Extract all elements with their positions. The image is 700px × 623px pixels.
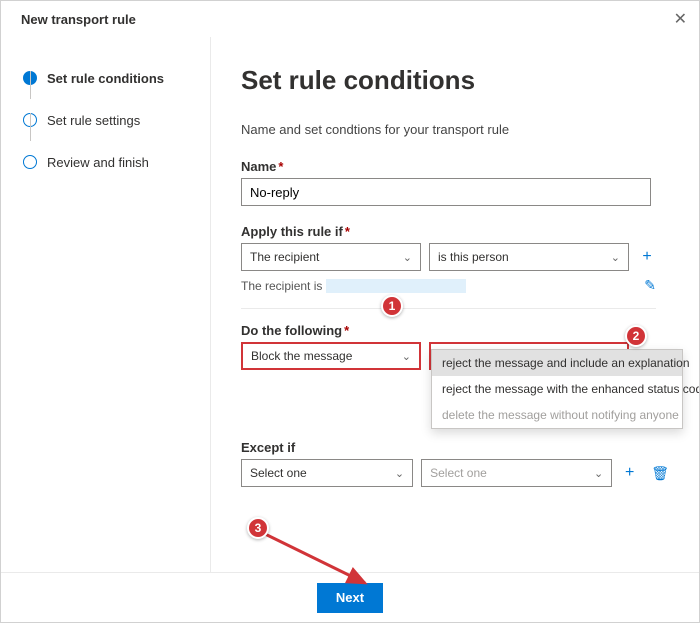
step-indicator-icon	[23, 155, 37, 169]
step-label: Set rule conditions	[47, 71, 164, 86]
chevron-down-icon: ⌄	[395, 467, 404, 480]
do-following-label: Do the following*	[241, 323, 669, 338]
step-label: Set rule settings	[47, 113, 140, 128]
dropdown-option[interactable]: delete the message without notifying any…	[432, 402, 682, 428]
dropdown-option[interactable]: reject the message with the enhanced sta…	[432, 376, 682, 402]
dialog-body: Set rule conditions Set rule settings Re…	[1, 37, 699, 622]
chevron-down-icon: ⌄	[403, 251, 412, 264]
select-value: is this person	[438, 250, 509, 264]
action-value-dropdown: reject the message and include an explan…	[431, 349, 683, 429]
dropdown-option[interactable]: reject the message and include an explan…	[432, 350, 682, 376]
step-set-rule-conditions[interactable]: Set rule conditions	[23, 57, 200, 99]
step-sidebar: Set rule conditions Set rule settings Re…	[1, 37, 211, 622]
add-condition-icon[interactable]: +	[637, 247, 657, 267]
apply-if-value-select[interactable]: is this person ⌄	[429, 243, 629, 271]
annotation-callout-3: 3	[247, 517, 269, 539]
action-select[interactable]: Block the message ⌄	[241, 342, 421, 370]
trash-icon[interactable]: 🗑	[651, 465, 669, 482]
recipient-value-redacted	[326, 279, 466, 293]
page-subheading: Name and set condtions for your transpor…	[241, 122, 669, 137]
select-value: The recipient	[250, 250, 319, 264]
titlebar: New transport rule ✕	[1, 1, 699, 37]
window-title: New transport rule	[21, 12, 136, 27]
step-review-and-finish[interactable]: Review and finish	[23, 141, 200, 183]
chevron-down-icon: ⌄	[611, 251, 620, 264]
except-if-label: Except if	[241, 440, 669, 455]
chevron-down-icon: ⌄	[402, 350, 411, 363]
step-label: Review and finish	[47, 155, 149, 170]
except-if-value-select[interactable]: Select one ⌄	[421, 459, 612, 487]
condition-summary: The recipient is ✎	[241, 277, 656, 294]
apply-if-condition-select[interactable]: The recipient ⌄	[241, 243, 421, 271]
select-value: Select one	[430, 466, 487, 480]
edit-icon[interactable]: ✎	[644, 277, 656, 294]
name-input[interactable]	[241, 178, 651, 206]
step-set-rule-settings[interactable]: Set rule settings	[23, 99, 200, 141]
chevron-down-icon: ⌄	[594, 467, 603, 480]
page-heading: Set rule conditions	[241, 65, 669, 96]
main-content: Set rule conditions Name and set condtio…	[211, 37, 699, 622]
add-exception-icon[interactable]: +	[620, 463, 639, 483]
select-value: Block the message	[251, 349, 352, 363]
annotation-callout-2: 2	[625, 325, 647, 347]
name-label: Name*	[241, 159, 669, 174]
select-value: Select one	[250, 466, 307, 480]
except-if-condition-select[interactable]: Select one ⌄	[241, 459, 413, 487]
close-icon[interactable]: ✕	[674, 9, 687, 29]
annotation-arrow	[255, 527, 385, 597]
apply-rule-if-label: Apply this rule if*	[241, 224, 669, 239]
annotation-callout-1: 1	[381, 295, 403, 317]
dialog-window: New transport rule ✕ Set rule conditions…	[0, 0, 700, 623]
